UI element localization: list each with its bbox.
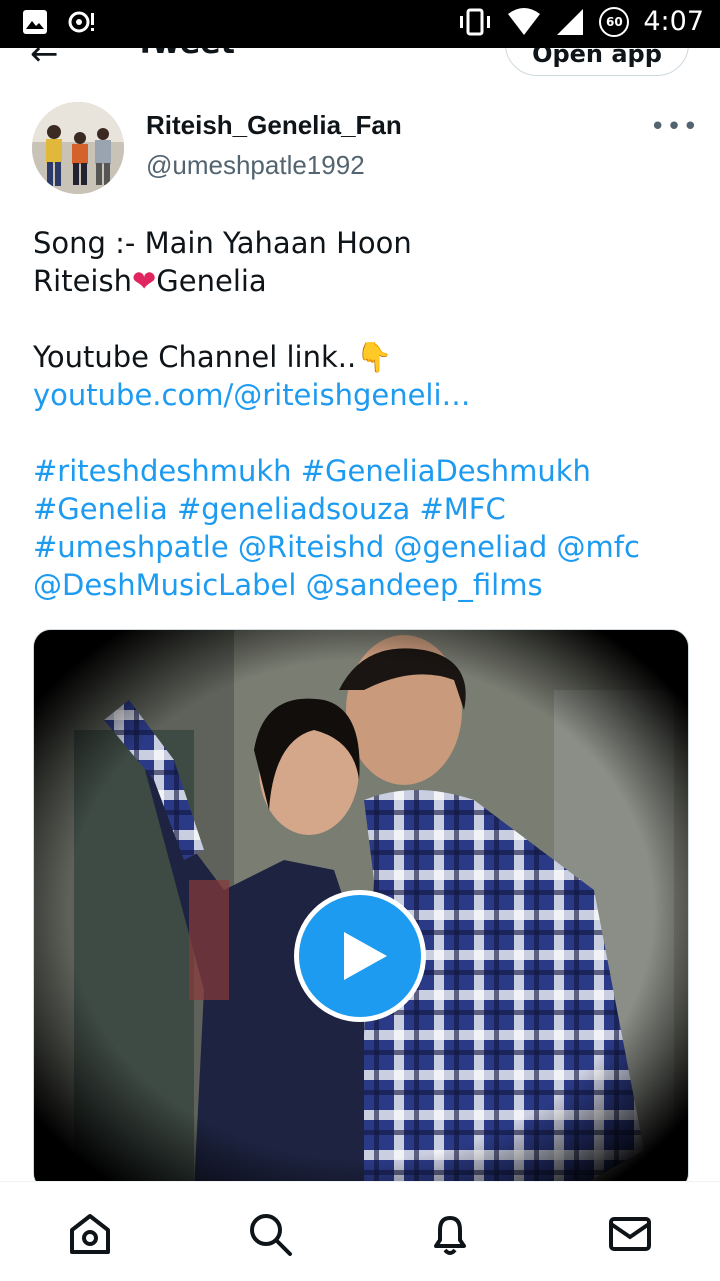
hashtags-line-2[interactable]: #Genelia #geneliadsouza #MFC [33,490,693,528]
heart-icon: ❤ [131,264,157,298]
channel-text: Youtube Channel link.. [33,340,357,374]
video-thumbnail[interactable] [33,629,689,1191]
vibrate-icon [460,8,491,35]
open-app-label: Open app [532,48,662,68]
hashtags-line-4[interactable]: @DeshMusicLabel @sandeep_films [33,566,693,604]
author-display-name[interactable]: Riteish_Genelia_Fan [146,110,402,141]
image-icon [23,10,47,34]
bottom-navigation [0,1181,720,1281]
back-arrow-icon[interactable]: ← [30,48,59,74]
hashtags-line-1[interactable]: #riteshdeshmukh #GeneliaDeshmukh [33,452,693,490]
notifications-icon[interactable] [426,1210,474,1258]
wifi-icon [508,7,541,35]
tweet-text: Song :- Main Yahaan Hoon Riteish❤Genelia… [33,224,693,604]
name-genelia: Genelia [156,264,267,298]
author-handle[interactable]: @umeshpatle1992 [146,150,365,181]
more-options-icon[interactable]: ••• [650,112,699,142]
sync-icon [68,11,94,33]
avatar[interactable] [32,102,124,194]
search-icon[interactable] [246,1210,294,1258]
tweet-line-song: Song :- Main Yahaan Hoon [33,226,412,260]
messages-icon[interactable] [606,1210,654,1258]
badge-text: 60 [606,14,623,29]
tweet-line-names: Riteish❤Genelia [33,262,693,300]
signal-icon [557,8,584,35]
name-riteish: Riteish [33,264,132,298]
hashtags-line-3[interactable]: #umeshpatle @Riteishd @geneliad @mfc [33,528,693,566]
page-title: Tweet [135,48,235,61]
status-bar: 60 4:07 [0,0,720,48]
tweet-line-channel: Youtube Channel link..👇 [33,338,693,376]
play-button[interactable] [294,890,426,1022]
play-icon [344,932,387,980]
home-icon[interactable] [66,1210,114,1258]
open-app-button[interactable]: Open app [505,48,689,76]
pointing-down-icon: 👇 [356,340,393,374]
clock: 4:07 [643,6,704,37]
data-saver-icon: 60 [599,6,630,37]
top-bar: ← Tweet Open app [0,48,720,84]
youtube-link[interactable]: youtube.com/@riteishgeneli… [33,376,693,414]
